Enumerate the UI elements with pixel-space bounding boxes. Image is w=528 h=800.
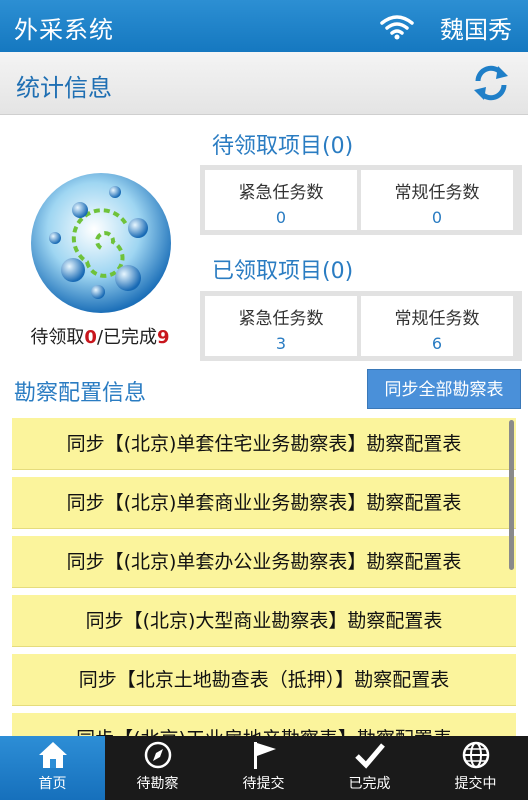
- sync-config-item[interactable]: 同步【(北京)单套商业业务勘察表】勘察配置表: [12, 477, 516, 529]
- tab-label: 首页: [38, 776, 67, 792]
- task-summary: 待领取0/已完成9: [0, 323, 200, 349]
- sync-config-item[interactable]: 同步【(北京)单套住宅业务勘察表】勘察配置表: [12, 418, 516, 470]
- pending-counts-box: 紧急任务数 0 常规任务数 0: [200, 165, 522, 235]
- tab-home[interactable]: 首页: [0, 736, 105, 800]
- tab-to-survey[interactable]: 待勘察: [105, 736, 210, 800]
- received-regular-cell: 常规任务数 6: [361, 296, 513, 356]
- sync-all-button[interactable]: 同步全部勘察表: [367, 369, 521, 409]
- user-name: 魏国秀: [440, 16, 512, 44]
- tab-label: 待勘察: [136, 776, 179, 792]
- check-icon: [355, 743, 385, 769]
- received-urgent-label: 紧急任务数: [238, 309, 324, 329]
- compass-icon: [144, 741, 172, 769]
- top-bar: 外采系统 魏国秀: [0, 0, 528, 52]
- list-scrollbar[interactable]: [509, 420, 514, 570]
- pending-projects-title: 待领取项目(0): [212, 134, 354, 159]
- bottom-tab-bar: 首页 待勘察 待提交 已完成 提交中: [0, 736, 528, 800]
- pending-regular-value: 0: [431, 208, 443, 227]
- received-urgent-cell: 紧急任务数 3: [205, 296, 357, 356]
- done-summary-count: 9: [157, 327, 170, 348]
- app-logo: [31, 173, 171, 313]
- sync-config-item[interactable]: 同步【(北京)工业房地产勘察表】勘察配置表: [12, 713, 516, 736]
- sync-config-item[interactable]: 同步【(北京)单套办公业务勘察表】勘察配置表: [12, 536, 516, 588]
- pending-summary-count: 0: [84, 327, 97, 348]
- app-title: 外采系统: [14, 16, 114, 44]
- sync-config-item[interactable]: 同步【北京土地勘查表（抵押）】勘察配置表: [12, 654, 516, 706]
- home-icon: [39, 742, 67, 768]
- received-counts-box: 紧急任务数 3 常规任务数 6: [200, 291, 522, 361]
- tab-label: 待提交: [242, 776, 285, 792]
- tab-label: 已完成: [348, 776, 391, 792]
- received-regular-label: 常规任务数: [394, 309, 480, 329]
- received-projects-title: 已领取项目(0): [212, 259, 354, 284]
- survey-config-list: 同步【(北京)单套住宅业务勘察表】勘察配置表 同步【(北京)单套商业业务勘察表】…: [0, 414, 528, 736]
- pending-urgent-cell: 紧急任务数 0: [205, 170, 357, 230]
- globe-icon: [462, 741, 490, 769]
- pending-urgent-label: 紧急任务数: [238, 183, 324, 203]
- pending-urgent-value: 0: [275, 208, 287, 227]
- received-urgent-value: 3: [275, 334, 287, 353]
- pending-summary-label: 待领取: [30, 327, 85, 348]
- refresh-icon[interactable]: [472, 64, 510, 102]
- received-regular-value: 6: [431, 334, 443, 353]
- flag-icon: [254, 742, 276, 769]
- sync-config-item[interactable]: 同步【(北京)大型商业勘察表】勘察配置表: [12, 595, 516, 647]
- done-summary-label: 已完成: [103, 327, 158, 348]
- tab-to-submit[interactable]: 待提交: [211, 736, 316, 800]
- stats-panel: 待领取0/已完成9 待领取项目(0) 紧急任务数 0 常规任务数 0 已领取项目…: [0, 115, 528, 370]
- wifi-icon: [380, 15, 414, 40]
- survey-config-title: 勘察配置信息: [14, 381, 147, 406]
- pending-regular-label: 常规任务数: [394, 183, 480, 203]
- section-title: 统计信息: [16, 74, 112, 102]
- section-header: 统计信息: [0, 52, 528, 115]
- tab-submitting[interactable]: 提交中: [423, 736, 528, 800]
- tab-completed[interactable]: 已完成: [317, 736, 422, 800]
- pending-regular-cell: 常规任务数 0: [361, 170, 513, 230]
- tab-label: 提交中: [454, 776, 497, 792]
